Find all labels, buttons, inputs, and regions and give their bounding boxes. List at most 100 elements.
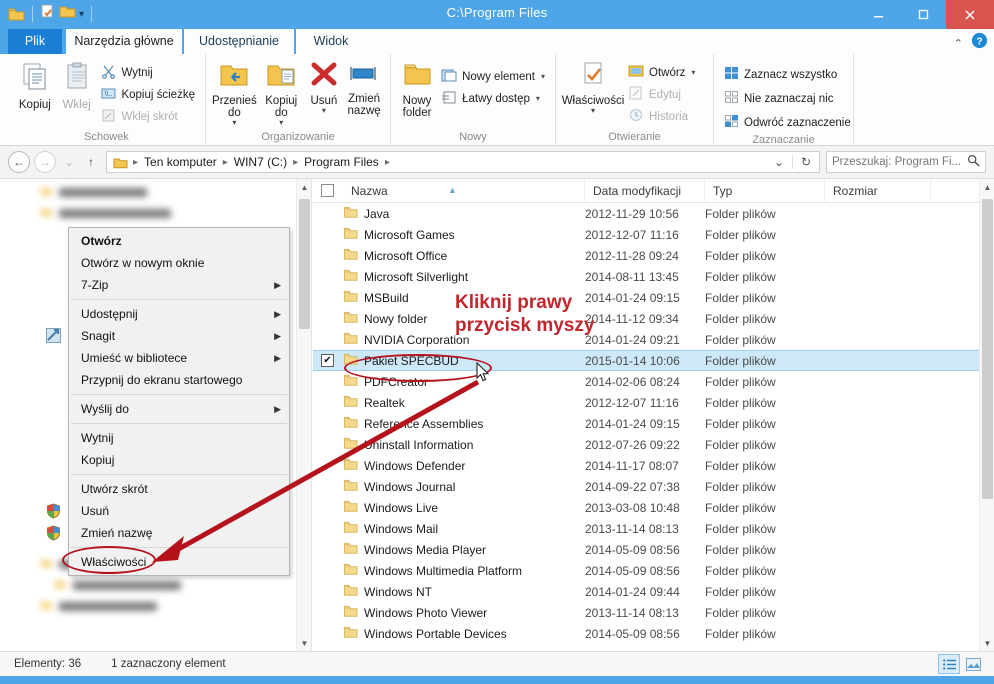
file-name-cell[interactable]: Windows Portable Devices: [343, 626, 507, 642]
file-name-cell[interactable]: Windows Multimedia Platform: [343, 563, 522, 579]
breadcrumb[interactable]: ▸ Ten komputer ▸ WIN7 (C:) ▸ Program Fil…: [106, 151, 820, 173]
table-row[interactable]: Reference Assemblies 2014-01-24 09:15 Fold…: [313, 413, 994, 434]
copy-to-caret-icon[interactable]: ▾: [279, 119, 283, 127]
table-row[interactable]: MSBuild 2014-01-24 09:15 Folder plików: [313, 287, 994, 308]
menu-item[interactable]: Kopiuj: [69, 449, 289, 471]
open-button[interactable]: Otwórz ▾: [624, 62, 699, 83]
breadcrumb-separator-0[interactable]: ▸: [132, 157, 139, 168]
table-row[interactable]: Windows Journal 2014-09-22 07:38 Folder pl…: [313, 476, 994, 497]
select-all-checkbox[interactable]: [321, 184, 334, 197]
open-caret-icon[interactable]: ▾: [691, 68, 695, 77]
menu-item[interactable]: Utwórz skrót: [69, 478, 289, 500]
new-item-button[interactable]: Nowy element ▾: [437, 66, 549, 87]
menu-item[interactable]: Snagit ▶: [46, 325, 289, 347]
breadcrumb-item-1[interactable]: WIN7 (C:): [231, 155, 290, 169]
table-row[interactable]: Windows Multimedia Platform 2014-05-09 08…: [313, 560, 994, 581]
breadcrumb-item-2[interactable]: Program Files: [301, 155, 382, 169]
breadcrumb-item-0[interactable]: Ten komputer: [141, 155, 220, 169]
scroll-up-icon[interactable]: ▲: [980, 179, 994, 196]
table-row[interactable]: Windows Portable Devices 2014-05-09 08:56…: [313, 623, 994, 644]
table-row[interactable]: Microsoft Silverlight 2014-08-11 13:45 Fol…: [313, 266, 994, 287]
nav-tree-item[interactable]: [0, 575, 311, 596]
select-none-button[interactable]: Nie zaznaczaj nic: [720, 88, 855, 109]
file-name-cell[interactable]: Uninstall Information: [343, 437, 473, 453]
nav-scroll-thumb[interactable]: [299, 199, 310, 329]
menu-item[interactable]: Właściwości: [69, 551, 289, 573]
file-name-cell[interactable]: Windows Journal: [343, 479, 455, 495]
list-scroll-thumb[interactable]: [982, 199, 993, 499]
menu-item[interactable]: Otwórz w nowym oknie: [69, 252, 289, 274]
help-icon[interactable]: ?: [971, 32, 988, 54]
tab-file[interactable]: Plik: [8, 29, 62, 54]
table-row[interactable]: Windows Live 2013-03-08 10:48 Folder plikó…: [313, 497, 994, 518]
nav-tree-item[interactable]: [0, 596, 311, 617]
tab-share[interactable]: Udostępnianie: [184, 29, 294, 54]
minimize-button[interactable]: [856, 0, 901, 29]
properties-caret-icon[interactable]: ▾: [591, 107, 595, 115]
move-to-button[interactable]: Przenieś do ▾: [212, 58, 257, 127]
collapse-ribbon-icon[interactable]: ⌃: [954, 37, 963, 50]
file-name-cell[interactable]: Microsoft Games: [343, 227, 455, 243]
breadcrumb-separator-2[interactable]: ▸: [292, 157, 299, 168]
menu-item[interactable]: Umieść w bibliotece ▶: [69, 347, 289, 369]
table-row[interactable]: Windows Defender 2014-11-17 08:07 Folder p…: [313, 455, 994, 476]
address-dropdown-icon[interactable]: ⌄: [774, 155, 784, 169]
scroll-down-icon[interactable]: ▼: [297, 635, 311, 652]
copy-button[interactable]: Kopiuj: [14, 58, 56, 111]
select-all-button[interactable]: Zaznacz wszystko: [720, 64, 855, 85]
table-row[interactable]: PDFCreator 2014-02-06 08:24 Folder plików: [313, 371, 994, 392]
table-row[interactable]: ✔ Pakiet SPECBUD 2015-01-14 10:06 Folder pl…: [313, 350, 994, 371]
table-row[interactable]: Nowy folder 2014-11-12 09:34 Folder plików: [313, 308, 994, 329]
file-name-cell[interactable]: NVIDIA Corporation: [343, 332, 469, 348]
table-row[interactable]: Microsoft Office 2012-11-28 09:24 Folder p…: [313, 245, 994, 266]
delete-button[interactable]: Usuń ▾: [306, 58, 343, 115]
file-name-cell[interactable]: PDFCreator: [343, 374, 428, 390]
column-header-type[interactable]: Typ: [705, 179, 825, 203]
file-name-cell[interactable]: Windows Photo Viewer: [343, 605, 487, 621]
history-button[interactable]: Historia: [624, 106, 699, 127]
menu-item[interactable]: 7-Zip ▶: [69, 274, 289, 296]
nav-tree-item[interactable]: [0, 182, 311, 203]
nav-tree-item[interactable]: [0, 203, 311, 224]
file-name-cell[interactable]: Pakiet SPECBUD: [343, 353, 459, 369]
file-name-cell[interactable]: Reference Assemblies: [343, 416, 483, 432]
search-input[interactable]: Przeszukaj: Program Fi...: [826, 151, 986, 173]
close-button[interactable]: [946, 0, 994, 29]
search-icon[interactable]: [967, 154, 980, 170]
menu-item[interactable]: Wytnij: [69, 427, 289, 449]
file-name-cell[interactable]: Microsoft Office: [343, 248, 447, 264]
breadcrumb-separator-3[interactable]: ▸: [384, 157, 391, 168]
menu-item[interactable]: Przypnij do ekranu startowego: [69, 369, 289, 391]
delete-caret-icon[interactable]: ▾: [322, 107, 326, 115]
file-name-cell[interactable]: Windows Media Player: [343, 542, 486, 558]
forward-button[interactable]: →: [34, 151, 56, 173]
refresh-icon[interactable]: ↻: [791, 155, 815, 169]
scroll-down-icon[interactable]: ▼: [980, 635, 994, 652]
table-row[interactable]: Windows NT 2014-01-24 09:44 Folder plików: [313, 581, 994, 602]
scroll-up-icon[interactable]: ▲: [297, 179, 311, 196]
new-item-caret-icon[interactable]: ▾: [541, 72, 545, 81]
menu-item[interactable]: Otwórz: [69, 230, 289, 252]
table-row[interactable]: Uninstall Information 2012-07-26 09:22 Fol…: [313, 434, 994, 455]
file-name-cell[interactable]: Windows Defender: [343, 458, 465, 474]
file-name-cell[interactable]: Windows Live: [343, 500, 438, 516]
paste-button[interactable]: Wklej: [56, 58, 98, 111]
menu-item[interactable]: Wyślij do ▶: [69, 398, 289, 420]
copy-to-button[interactable]: Kopiuj do ▾: [259, 58, 304, 127]
table-row[interactable]: Java 2012-11-29 10:56 Folder plików: [313, 203, 994, 224]
nav-pane-scrollbar[interactable]: ▲ ▼: [296, 179, 311, 652]
easy-access-caret-icon[interactable]: ▾: [536, 94, 540, 103]
file-name-cell[interactable]: Realtek: [343, 395, 405, 411]
file-name-cell[interactable]: MSBuild: [343, 290, 409, 306]
table-row[interactable]: Windows Mail 2013-11-14 08:13 Folder plikó…: [313, 518, 994, 539]
table-row[interactable]: NVIDIA Corporation 2014-01-24 09:21 Folder…: [313, 329, 994, 350]
copy-path-button[interactable]: \\.. Kopiuj ścieżkę: [97, 84, 199, 105]
up-button[interactable]: ↑: [82, 151, 100, 173]
properties-button[interactable]: Właściwości ▾: [562, 58, 624, 115]
tab-view[interactable]: Widok: [296, 29, 366, 54]
row-checkbox[interactable]: ✔: [321, 354, 334, 367]
file-list-scrollbar[interactable]: ▲ ▼: [979, 179, 994, 652]
invert-selection-button[interactable]: Odwróć zaznaczenie: [720, 112, 855, 133]
context-menu[interactable]: Otwórz Otwórz w nowym oknie 7-Zip ▶ Udostępn…: [46, 227, 290, 576]
file-name-cell[interactable]: Windows NT: [343, 584, 432, 600]
